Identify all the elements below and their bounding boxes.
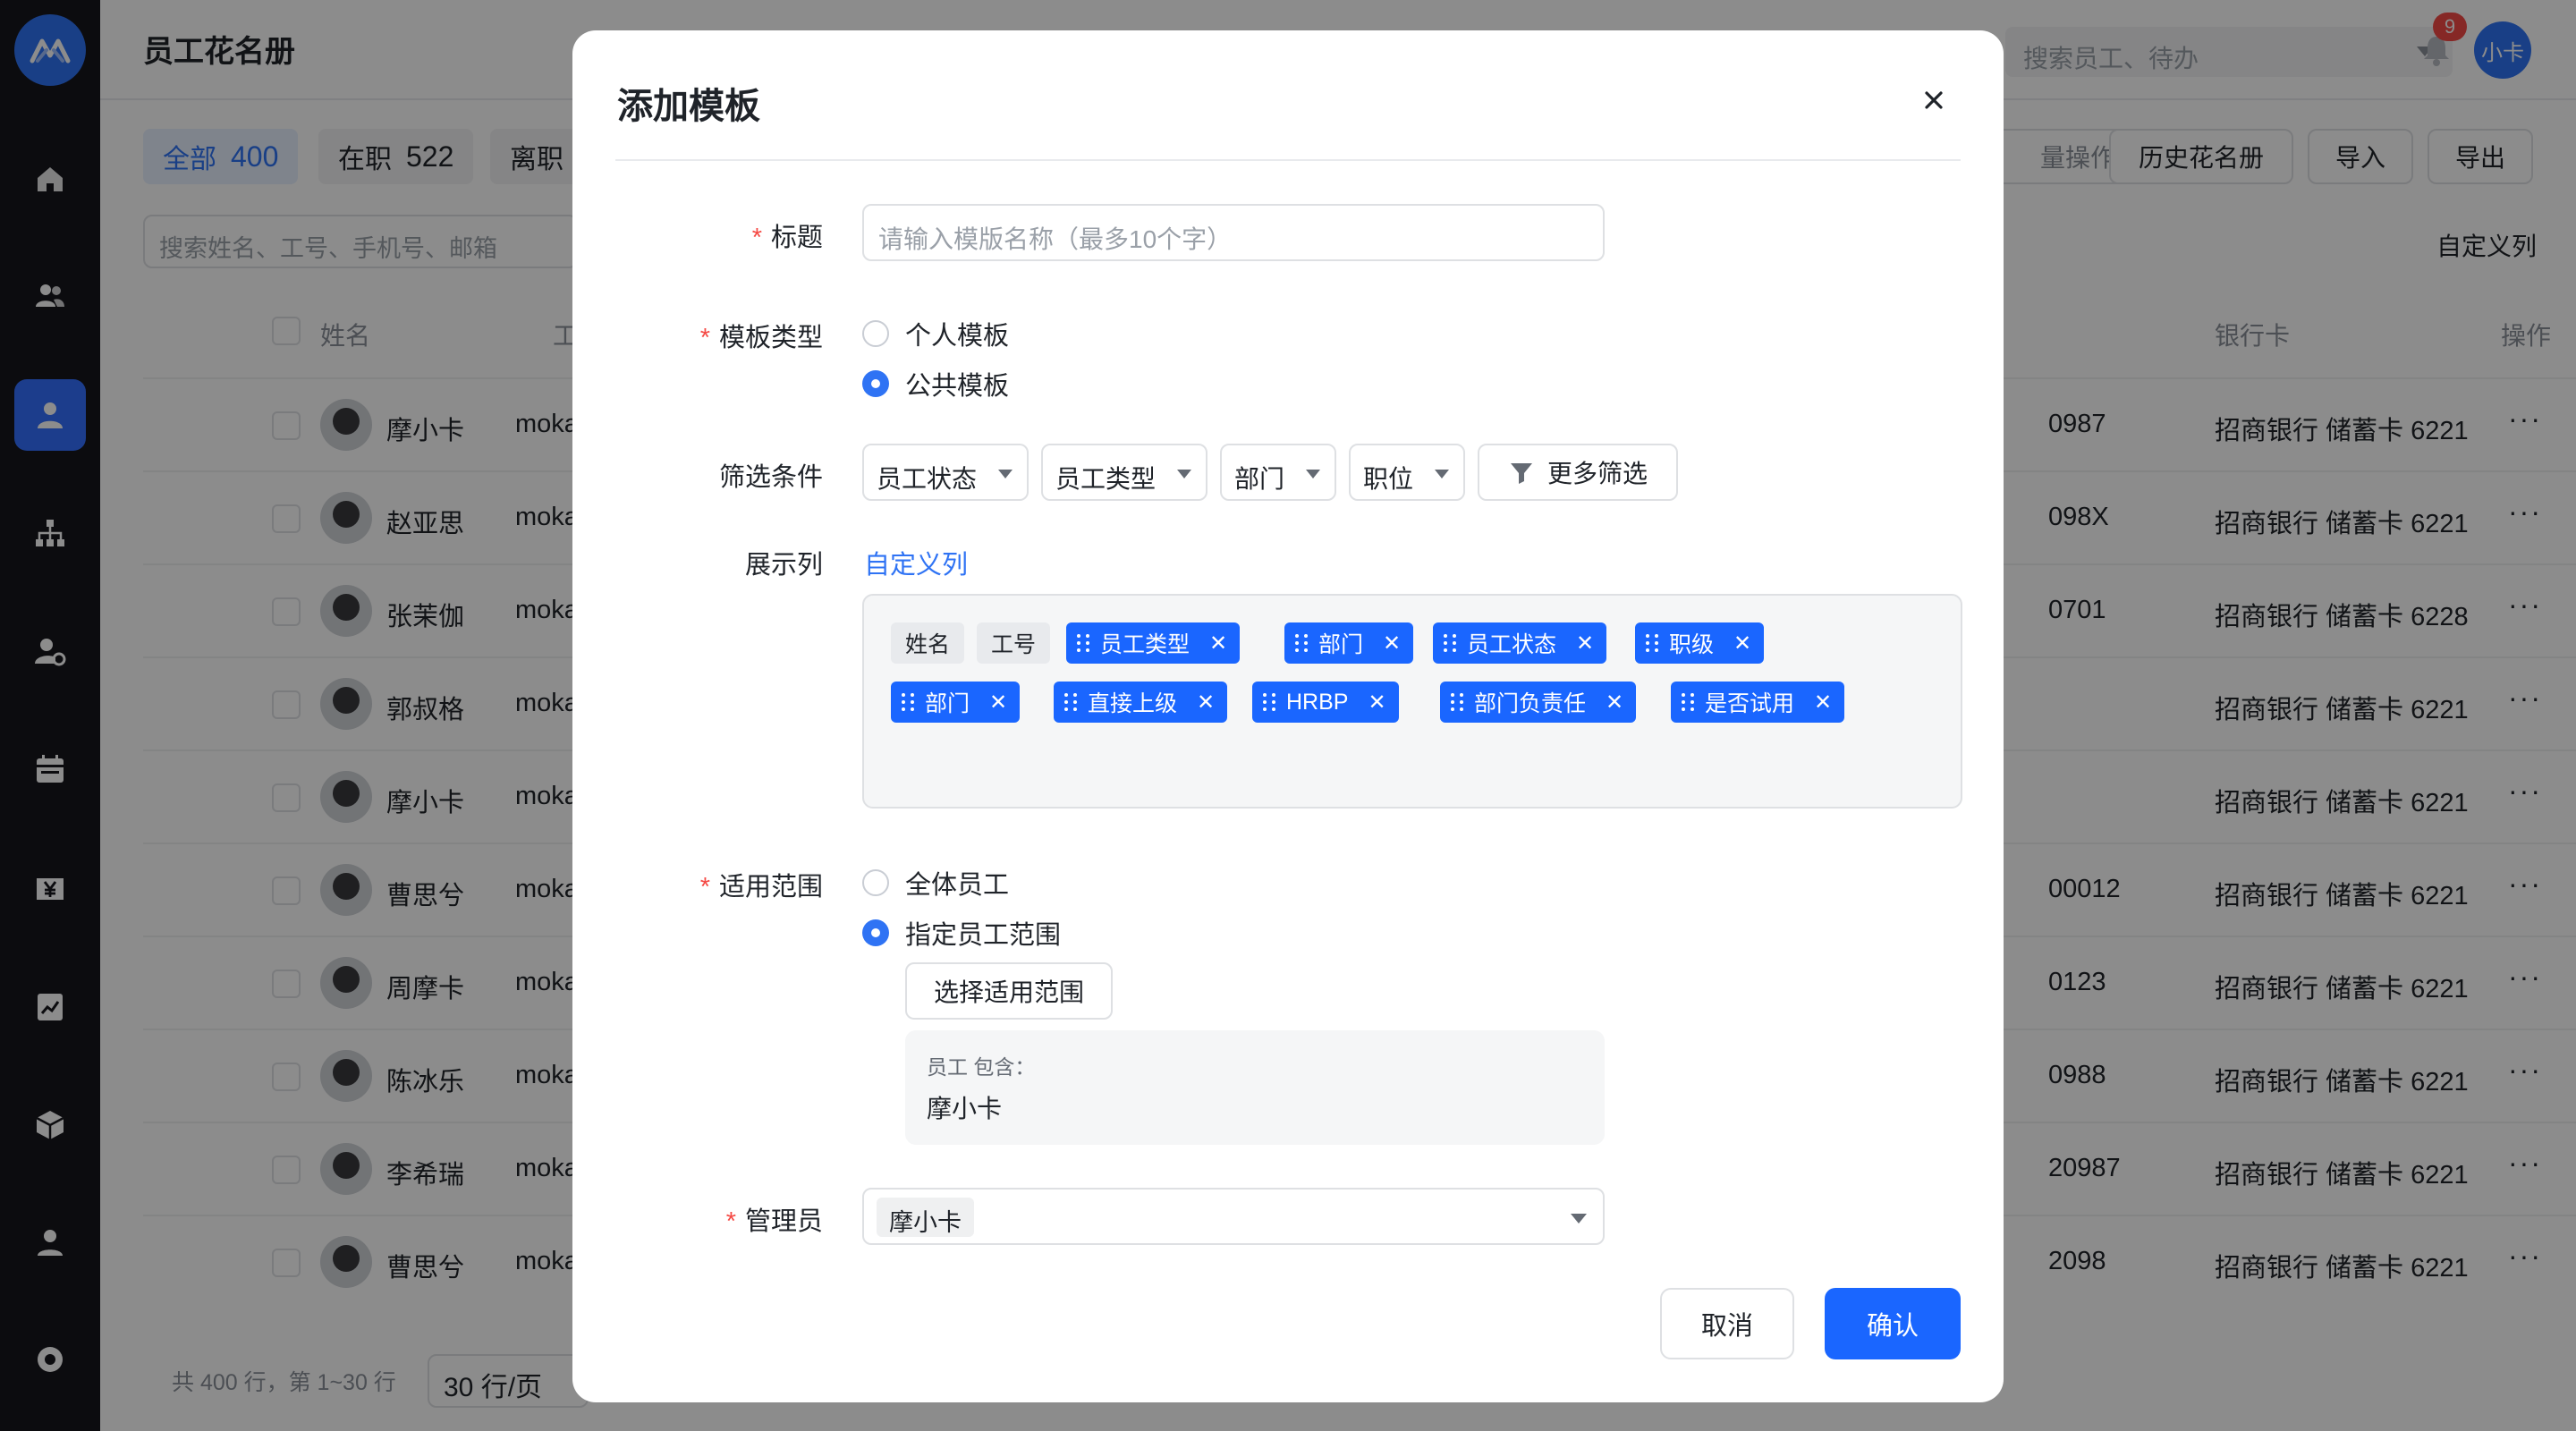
remove-tag-icon[interactable]: ✕	[1733, 631, 1751, 656]
radio-specific-label: 指定员工范围	[905, 921, 1062, 950]
remove-tag-icon[interactable]: ✕	[1209, 631, 1227, 656]
drag-handle-icon[interactable]	[1077, 634, 1089, 652]
remove-tag-icon[interactable]: ✕	[1368, 690, 1385, 716]
columns-field-label: 展示列	[572, 544, 823, 581]
remove-tag-icon[interactable]: ✕	[1606, 690, 1623, 716]
required-mark: *	[725, 1207, 736, 1236]
remove-tag-icon[interactable]: ✕	[1197, 690, 1215, 716]
column-tag-label: HRBP	[1286, 689, 1349, 715]
column-tag[interactable]: 员工状态 ✕	[1433, 622, 1607, 664]
column-tag[interactable]: 部门 ✕	[891, 682, 1021, 723]
column-tag-label: 员工类型	[1100, 632, 1191, 657]
drag-handle-icon[interactable]	[1682, 693, 1694, 711]
drag-handle-icon[interactable]	[1263, 693, 1275, 711]
drag-handle-icon[interactable]	[902, 693, 914, 711]
template-name-input[interactable]: 请输入模版名称（最多10个字）	[862, 204, 1605, 261]
scope-label-text: 适用范围	[718, 873, 823, 902]
radio-personal-template[interactable]: 个人模板	[862, 315, 1009, 352]
fixed-column-tag: 工号	[977, 622, 1051, 664]
drag-handle-icon[interactable]	[1451, 693, 1463, 711]
filter-department[interactable]: 部门	[1220, 444, 1336, 501]
column-tag-label: 职级	[1669, 632, 1715, 657]
filter-employee-type[interactable]: 员工类型	[1041, 444, 1208, 501]
radio-public-template[interactable]: 公共模板	[862, 365, 1009, 402]
column-tag-label: 部门	[1318, 632, 1364, 657]
radio-public-label: 公共模板	[905, 372, 1010, 401]
column-tag[interactable]: HRBP ✕	[1252, 682, 1399, 723]
column-tag[interactable]: 直接上级 ✕	[1054, 682, 1228, 723]
template-name-placeholder: 请输入模版名称（最多10个字）	[878, 225, 1233, 253]
filter-position[interactable]: 职位	[1349, 444, 1465, 501]
dialog-title: 添加模板	[617, 87, 760, 126]
columns-label-text: 展示列	[744, 551, 823, 580]
chevron-down-icon	[1435, 470, 1449, 478]
chevron-down-icon	[1177, 470, 1191, 478]
column-tag[interactable]: 部门负责任 ✕	[1440, 682, 1637, 723]
dialog-divider	[615, 159, 1961, 161]
radio-all-employees[interactable]: 全体员工	[862, 864, 1009, 902]
column-tag[interactable]: 是否试用 ✕	[1671, 682, 1845, 723]
chevron-down-icon	[1306, 470, 1320, 478]
admin-label-text: 管理员	[744, 1207, 823, 1236]
required-mark: *	[751, 224, 762, 252]
more-filters-label: 更多筛选	[1546, 460, 1648, 487]
admin-field-label: * 管理员	[572, 1200, 823, 1238]
filter-icon	[1510, 463, 1532, 484]
radio-all-label: 全体员工	[905, 871, 1010, 900]
column-tag-label: 员工状态	[1467, 632, 1557, 657]
chevron-down-icon	[998, 470, 1013, 478]
drag-handle-icon[interactable]	[1444, 634, 1456, 652]
confirm-button[interactable]: 确认	[1825, 1288, 1961, 1359]
select-scope-button[interactable]: 选择适用范围	[905, 962, 1113, 1020]
cancel-button[interactable]: 取消	[1660, 1288, 1794, 1359]
required-mark: *	[699, 324, 710, 352]
remove-tag-icon[interactable]: ✕	[1383, 631, 1401, 656]
chevron-down-icon	[1571, 1214, 1587, 1224]
column-tag-label: 直接上级	[1088, 691, 1178, 716]
drag-handle-icon[interactable]	[1646, 634, 1658, 652]
column-tag-label: 部门	[925, 691, 970, 716]
required-mark: *	[699, 873, 710, 902]
fixed-column-tag: 姓名	[891, 622, 965, 664]
column-tag[interactable]: 员工类型 ✕	[1066, 622, 1241, 664]
radio-specific-employees[interactable]: 指定员工范围	[862, 914, 1061, 952]
radio-indicator-checked	[862, 919, 889, 946]
radio-personal-label: 个人模板	[905, 322, 1010, 351]
remove-tag-icon[interactable]: ✕	[1814, 690, 1832, 716]
type-label-text: 模板类型	[718, 324, 823, 352]
filter-label: 部门	[1234, 465, 1285, 493]
scope-field-label: * 适用范围	[572, 866, 823, 903]
column-tag-label: 部门负责任	[1474, 691, 1587, 716]
custom-columns-dialog-link[interactable]: 自定义列	[864, 544, 968, 581]
column-tag[interactable]: 部门 ✕	[1284, 622, 1414, 664]
scope-includes-label: 员工 包含：	[927, 1055, 1036, 1079]
selected-columns-box: 姓名 工号 员工类型 ✕ 部门 ✕ 员工状态 ✕ 职级 ✕ 部门 ✕ 直接上级 ✕ HRBP ✕ 部门负责任…	[862, 594, 1962, 809]
filter-field-label: 筛选条件	[572, 456, 823, 494]
close-button[interactable]	[1914, 80, 1953, 120]
radio-indicator	[862, 869, 889, 896]
more-filters-button[interactable]: 更多筛选	[1478, 444, 1678, 501]
scope-summary: 员工 包含： 摩小卡	[905, 1030, 1605, 1145]
filter-label: 职位	[1363, 465, 1414, 493]
drag-handle-icon[interactable]	[1064, 693, 1077, 711]
admin-chip[interactable]: 摩小卡	[877, 1198, 974, 1237]
add-template-dialog: 添加模板 * 标题 请输入模版名称（最多10个字） * 模板类型 个人模板 公共模板…	[572, 30, 2004, 1402]
title-label-text: 标题	[770, 224, 823, 252]
filter-label-text: 筛选条件	[718, 463, 823, 492]
filter-label: 员工类型	[1055, 465, 1157, 493]
title-field-label: * 标题	[572, 216, 823, 254]
close-icon	[1925, 91, 1943, 109]
admin-select[interactable]: 摩小卡	[862, 1188, 1605, 1245]
drag-handle-icon[interactable]	[1295, 634, 1308, 652]
remove-tag-icon[interactable]: ✕	[1576, 631, 1594, 656]
filter-employee-status[interactable]: 员工状态	[862, 444, 1029, 501]
scope-includes-value: 摩小卡	[927, 1095, 1003, 1122]
column-tag-label: 是否试用	[1705, 691, 1795, 716]
filter-label: 员工状态	[877, 465, 978, 493]
remove-tag-icon[interactable]: ✕	[989, 690, 1007, 716]
radio-indicator	[862, 320, 889, 347]
column-tag[interactable]: 职级 ✕	[1635, 622, 1765, 664]
radio-indicator-checked	[862, 370, 889, 397]
type-field-label: * 模板类型	[572, 317, 823, 354]
